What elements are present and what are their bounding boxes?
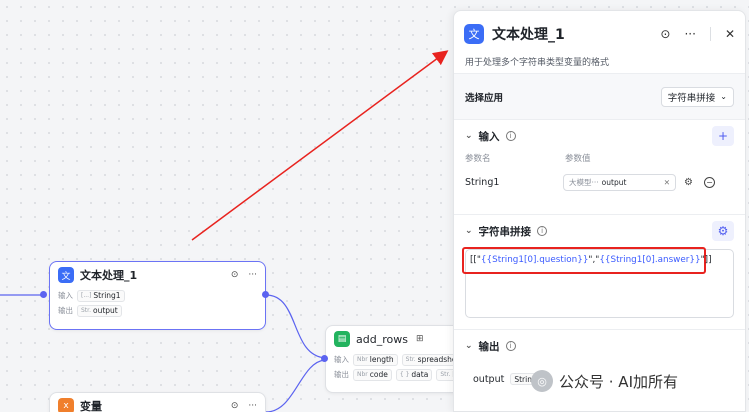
output-label: 输出 (334, 370, 349, 379)
more-icon[interactable]: ··· (248, 401, 257, 411)
param-value-header: 参数值 (565, 154, 591, 164)
run-icon[interactable]: ⊙ (231, 270, 239, 280)
add-param-button[interactable]: + (712, 126, 734, 146)
input-label: 输入 (334, 355, 349, 364)
input-label: 输入 (58, 291, 73, 300)
node-title: 文本处理_1 (80, 269, 138, 282)
settings-icon[interactable]: ⚙ (684, 177, 693, 188)
run-icon[interactable]: ⊙ (660, 27, 670, 41)
chevron-down-icon[interactable]: ⌄ (465, 226, 473, 236)
input-port[interactable] (321, 355, 328, 362)
variable-icon: x (58, 398, 74, 412)
output-label: 输出 (58, 306, 73, 315)
wechat-icon: ◎ (531, 370, 553, 392)
output-tag: Str. output (77, 304, 122, 317)
clear-icon[interactable]: ✕ (664, 178, 670, 187)
input-section: ⌄ 输入 i + 参数名 参数值 String1 大模型··· output ✕… (454, 119, 745, 214)
info-icon[interactable]: i (505, 341, 516, 351)
more-icon[interactable]: ··· (684, 27, 695, 41)
param-name-header: 参数名 (465, 154, 491, 164)
panel-title[interactable]: 文本处理_1 (492, 24, 565, 44)
section-title: 输入 (478, 130, 500, 143)
output-name: output (473, 373, 505, 385)
panel-description: 用于处理多个字符串类型变量的格式 (465, 58, 610, 68)
section-title: 输出 (478, 340, 500, 353)
node-title: 变量 (80, 400, 102, 412)
select-app-row: 选择应用 字符串拼接 ⌄ (454, 73, 745, 119)
text-process-icon: 文 (58, 267, 74, 283)
more-icon[interactable]: ··· (248, 270, 257, 280)
close-icon[interactable]: ✕ (725, 27, 735, 41)
info-icon[interactable]: i (537, 226, 548, 236)
chevron-down-icon[interactable]: ⌄ (465, 131, 473, 141)
output-tag: Nbr code (353, 368, 392, 381)
sheet-icon: ▤ (334, 331, 350, 347)
concat-section: ⌄ 字符串拼接 i ⚙ [["{{String1[0].question}}",… (454, 214, 745, 329)
input-tag: Nbr length (353, 353, 398, 366)
chevron-down-icon: ⌄ (720, 92, 727, 101)
concat-template-input[interactable]: [["{{String1[0].question}}","{{String1[0… (462, 247, 734, 318)
doc-icon: ⊞ (415, 334, 424, 344)
template-text: [["{{String1[0].question}}","{{String1[0… (470, 255, 712, 265)
chevron-down-icon[interactable]: ⌄ (465, 341, 473, 351)
output-port[interactable] (262, 291, 269, 298)
section-title: 字符串拼接 (478, 225, 532, 238)
node-title: add_rows (356, 332, 408, 346)
select-app-label: 选择应用 (465, 92, 504, 104)
param-name[interactable]: String1 (465, 177, 510, 188)
node-settings-panel: 文 文本处理_1 ⊙ ··· ✕ 用于处理多个字符串类型变量的格式 选择应用 字… (453, 10, 746, 412)
input-port[interactable] (40, 291, 47, 298)
info-icon[interactable]: i (505, 131, 516, 141)
text-process-node[interactable]: 文 文本处理_1 ⊙ ··· 输入 [...] String1 输出 Str. ou… (49, 261, 266, 330)
output-tag: { } data (395, 368, 433, 381)
variable-node[interactable]: x 变量 ⊙ ··· (49, 392, 266, 412)
text-process-icon: 文 (464, 24, 484, 44)
remove-param-button[interactable]: − (703, 176, 715, 188)
select-app-dropdown[interactable]: 字符串拼接 ⌄ (660, 86, 734, 107)
settings-button[interactable]: ⚙ (712, 221, 734, 241)
output-section: ⌄ 输出 i output String (454, 329, 745, 409)
watermark: ◎ 公众号 · AI加所有 (531, 370, 678, 392)
run-icon[interactable]: ⊙ (231, 401, 239, 411)
param-value-reference[interactable]: 大模型··· output ✕ (563, 173, 676, 191)
input-tag: [...] String1 (77, 289, 125, 302)
divider (709, 27, 711, 41)
